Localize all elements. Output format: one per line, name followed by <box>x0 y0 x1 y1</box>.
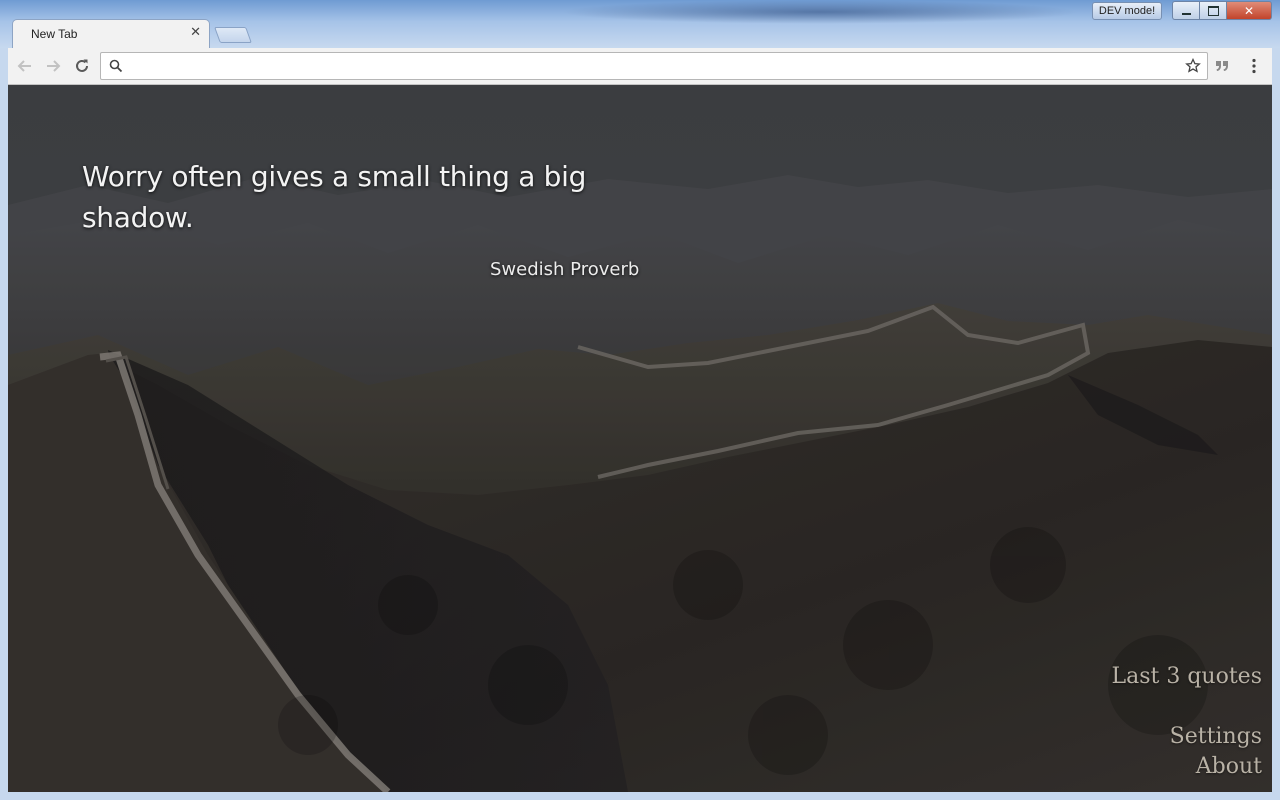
menu-button[interactable] <box>1243 55 1265 77</box>
tab-new-tab[interactable]: New Tab ✕ <box>12 19 210 49</box>
browser-toolbar <box>8 48 1272 85</box>
minimize-icon <box>1181 12 1191 15</box>
new-tab-button[interactable] <box>214 27 252 43</box>
close-icon: ✕ <box>1243 3 1255 18</box>
reload-icon <box>76 59 88 72</box>
title-bar-shading <box>560 0 1080 24</box>
window-controls: ✕ <box>1172 1 1272 21</box>
back-button[interactable] <box>14 55 36 77</box>
reload-button[interactable] <box>71 55 93 77</box>
minimize-button[interactable] <box>1172 1 1199 20</box>
quote-extension-button[interactable] <box>1211 55 1233 77</box>
quote-extension-icon <box>1216 61 1228 71</box>
maximize-button[interactable] <box>1199 1 1226 20</box>
star-icon[interactable] <box>1185 58 1201 74</box>
quote-text: Worry often gives a small thing a big sh… <box>82 160 587 234</box>
quote-author: Swedish Proverb <box>490 259 640 280</box>
close-window-button[interactable]: ✕ <box>1226 1 1272 20</box>
address-input[interactable] <box>129 56 1173 78</box>
forward-button[interactable] <box>42 55 64 77</box>
kebab-menu-icon <box>1252 58 1256 74</box>
window-frame-left <box>0 48 8 800</box>
window-frame-bottom <box>0 792 1280 800</box>
arrow-left-icon <box>17 60 31 72</box>
maximize-icon <box>1207 5 1219 16</box>
tab-close-icon[interactable]: ✕ <box>190 25 201 41</box>
arrow-right-icon <box>47 60 61 72</box>
address-bar[interactable] <box>100 52 1208 80</box>
settings-link[interactable]: Settings <box>1170 724 1262 749</box>
about-link[interactable]: About <box>1196 754 1262 779</box>
browser-window: New Tab ✕ DEV mode! ✕ Worry often gives … <box>0 0 1280 800</box>
tab-title: New Tab <box>31 27 78 41</box>
profile-badge[interactable]: DEV mode! <box>1092 2 1162 20</box>
title-bar: New Tab ✕ DEV mode! ✕ <box>0 0 1280 49</box>
new-tab-page: Worry often gives a small thing a big sh… <box>8 85 1272 792</box>
search-icon <box>109 59 123 73</box>
last-quotes-link[interactable]: Last 3 quotes <box>1112 664 1263 689</box>
window-frame-right <box>1272 48 1280 800</box>
